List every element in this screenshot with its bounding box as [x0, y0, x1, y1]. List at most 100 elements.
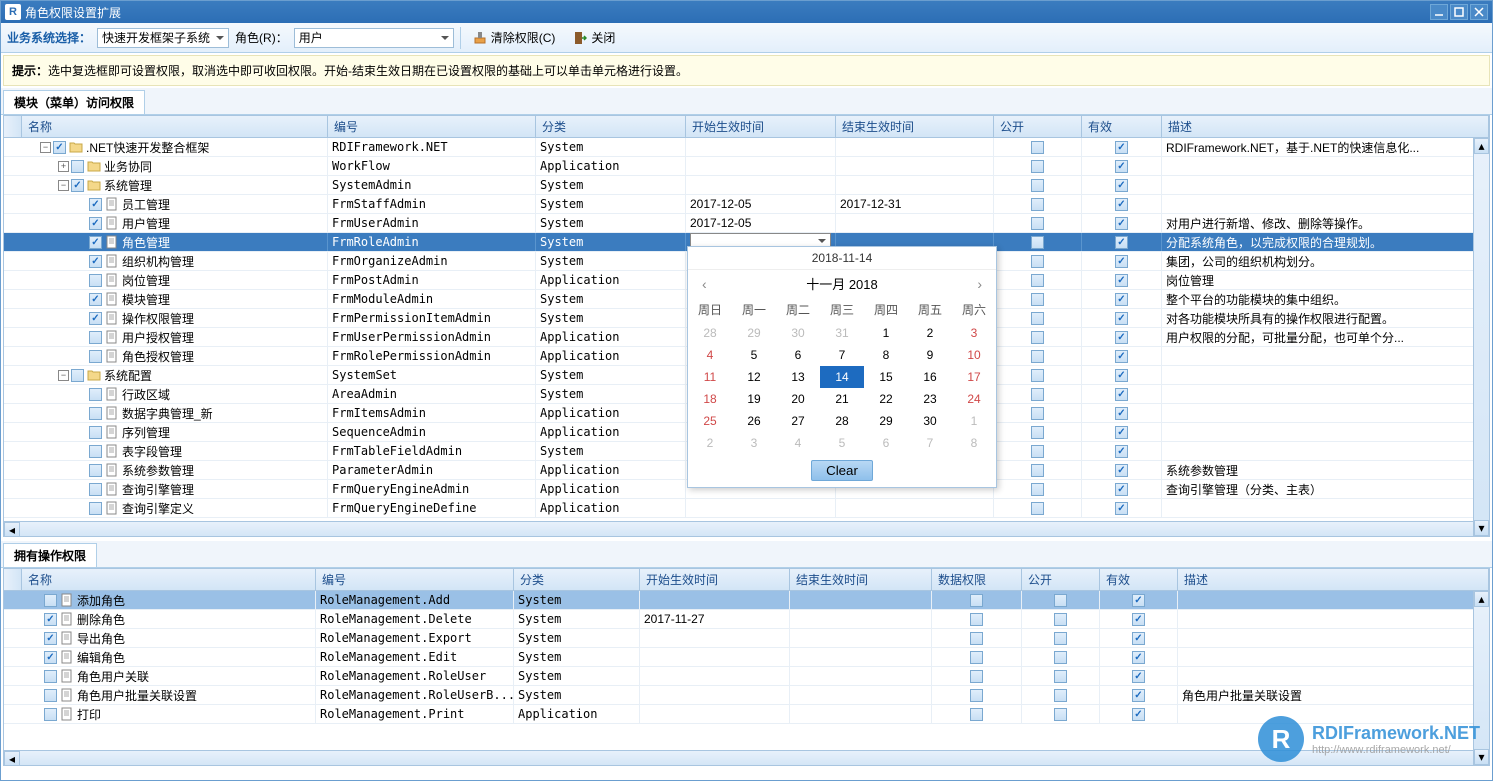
checkbox[interactable] [1031, 388, 1044, 401]
checkbox[interactable] [1115, 464, 1128, 477]
table-row[interactable]: −.NET快速开发整合框架 RDIFramework.NET System RD… [4, 138, 1489, 157]
close-button[interactable] [1470, 4, 1488, 20]
table-row[interactable]: 用户管理 FrmUserAdmin System 2017-12-05 对用户进… [4, 214, 1489, 233]
calendar-day[interactable]: 2 [688, 432, 732, 454]
calendar-day[interactable]: 3 [732, 432, 776, 454]
next-month-button[interactable]: › [971, 276, 988, 292]
operation-permission-tab[interactable]: 拥有操作权限 [3, 543, 97, 567]
cell-start[interactable]: 2017-11-27 [640, 610, 790, 628]
calendar-day[interactable]: 6 [864, 432, 908, 454]
checkbox[interactable] [1031, 274, 1044, 287]
tree-expander[interactable]: − [40, 142, 51, 153]
checkbox[interactable] [1115, 369, 1128, 382]
calendar-day[interactable]: 25 [688, 410, 732, 432]
checkbox[interactable] [1132, 632, 1145, 645]
checkbox[interactable] [1132, 594, 1145, 607]
checkbox[interactable] [1115, 483, 1128, 496]
checkbox[interactable] [970, 594, 983, 607]
checkbox[interactable] [1031, 350, 1044, 363]
table-row[interactable]: 导出角色 RoleManagement.Export System [4, 629, 1489, 648]
calendar-day[interactable]: 4 [776, 432, 820, 454]
col2-desc[interactable]: 描述 [1178, 569, 1489, 590]
cell-start[interactable] [686, 138, 836, 156]
calendar-day[interactable]: 1 [952, 410, 996, 432]
col-desc[interactable]: 描述 [1162, 116, 1489, 137]
cell-start[interactable] [640, 648, 790, 666]
checkbox[interactable] [1115, 388, 1128, 401]
cell-end[interactable] [790, 629, 932, 647]
module-access-tab[interactable]: 模块（菜单）访问权限 [3, 90, 145, 114]
col-category[interactable]: 分类 [536, 116, 686, 137]
clear-permission-button[interactable]: 清除权限(C) [467, 27, 562, 48]
scroll-up-button[interactable]: ▴ [1474, 591, 1489, 607]
checkbox[interactable] [89, 502, 102, 515]
checkbox[interactable] [1115, 198, 1128, 211]
calendar-day[interactable]: 3 [952, 322, 996, 344]
col2-name[interactable]: 名称 [22, 569, 316, 590]
checkbox[interactable] [970, 632, 983, 645]
cell-end[interactable] [790, 667, 932, 685]
cell-end[interactable] [790, 610, 932, 628]
checkbox[interactable] [1132, 670, 1145, 683]
checkbox[interactable] [44, 632, 57, 645]
checkbox[interactable] [970, 689, 983, 702]
calendar-day[interactable]: 23 [908, 388, 952, 410]
checkbox[interactable] [1031, 312, 1044, 325]
table-row[interactable]: 添加角色 RoleManagement.Add System [4, 591, 1489, 610]
checkbox[interactable] [970, 670, 983, 683]
checkbox[interactable] [1115, 445, 1128, 458]
tree-expander[interactable]: − [58, 370, 69, 381]
scroll-down-button[interactable]: ▾ [1474, 520, 1489, 536]
checkbox[interactable] [44, 689, 57, 702]
calendar-day[interactable]: 26 [732, 410, 776, 432]
checkbox[interactable] [1132, 651, 1145, 664]
checkbox[interactable] [1031, 217, 1044, 230]
checkbox[interactable] [970, 708, 983, 721]
cell-start[interactable] [686, 157, 836, 175]
table-row[interactable]: −系统管理 SystemAdmin System [4, 176, 1489, 195]
col2-code[interactable]: 编号 [316, 569, 514, 590]
calendar-day[interactable]: 11 [688, 366, 732, 388]
checkbox[interactable] [1031, 179, 1044, 192]
checkbox[interactable] [1115, 312, 1128, 325]
col-public[interactable]: 公开 [994, 116, 1082, 137]
checkbox[interactable] [1031, 445, 1044, 458]
calendar-day[interactable]: 1 [864, 322, 908, 344]
cell-end[interactable] [790, 591, 932, 609]
checkbox[interactable] [89, 236, 102, 249]
checkbox[interactable] [89, 426, 102, 439]
cell-start[interactable]: 2017-12-05 [686, 195, 836, 213]
checkbox[interactable] [89, 445, 102, 458]
cell-end[interactable] [836, 499, 994, 517]
checkbox[interactable] [1054, 670, 1067, 683]
checkbox[interactable] [89, 217, 102, 230]
checkbox[interactable] [1054, 708, 1067, 721]
checkbox[interactable] [1031, 483, 1044, 496]
close-panel-button[interactable]: 关闭 [567, 27, 621, 48]
cell-start[interactable] [640, 629, 790, 647]
minimize-button[interactable] [1430, 4, 1448, 20]
scroll-left-button[interactable]: ◂ [4, 522, 20, 537]
cell-start[interactable] [640, 591, 790, 609]
table-row[interactable]: 角色用户关联 RoleManagement.RoleUser System [4, 667, 1489, 686]
cell-start[interactable] [640, 667, 790, 685]
maximize-button[interactable] [1450, 4, 1468, 20]
checkbox[interactable] [89, 388, 102, 401]
cell-start[interactable]: 2017-12-05 [686, 214, 836, 232]
col2-valid[interactable]: 有效 [1100, 569, 1178, 590]
table-row[interactable]: 删除角色 RoleManagement.Delete System 2017-1… [4, 610, 1489, 629]
calendar-day[interactable]: 5 [732, 344, 776, 366]
col2-public[interactable]: 公开 [1022, 569, 1100, 590]
calendar-day[interactable]: 28 [820, 410, 864, 432]
hscrollbar[interactable]: ◂ ▸ [4, 521, 1489, 537]
col2-dataperm[interactable]: 数据权限 [932, 569, 1022, 590]
calendar-day[interactable]: 8 [864, 344, 908, 366]
checkbox[interactable] [44, 651, 57, 664]
calendar-day[interactable]: 4 [688, 344, 732, 366]
calendar-day[interactable]: 19 [732, 388, 776, 410]
calendar-day[interactable]: 18 [688, 388, 732, 410]
checkbox[interactable] [1031, 160, 1044, 173]
checkbox[interactable] [1115, 274, 1128, 287]
cell-end[interactable] [790, 686, 932, 704]
checkbox[interactable] [1054, 594, 1067, 607]
